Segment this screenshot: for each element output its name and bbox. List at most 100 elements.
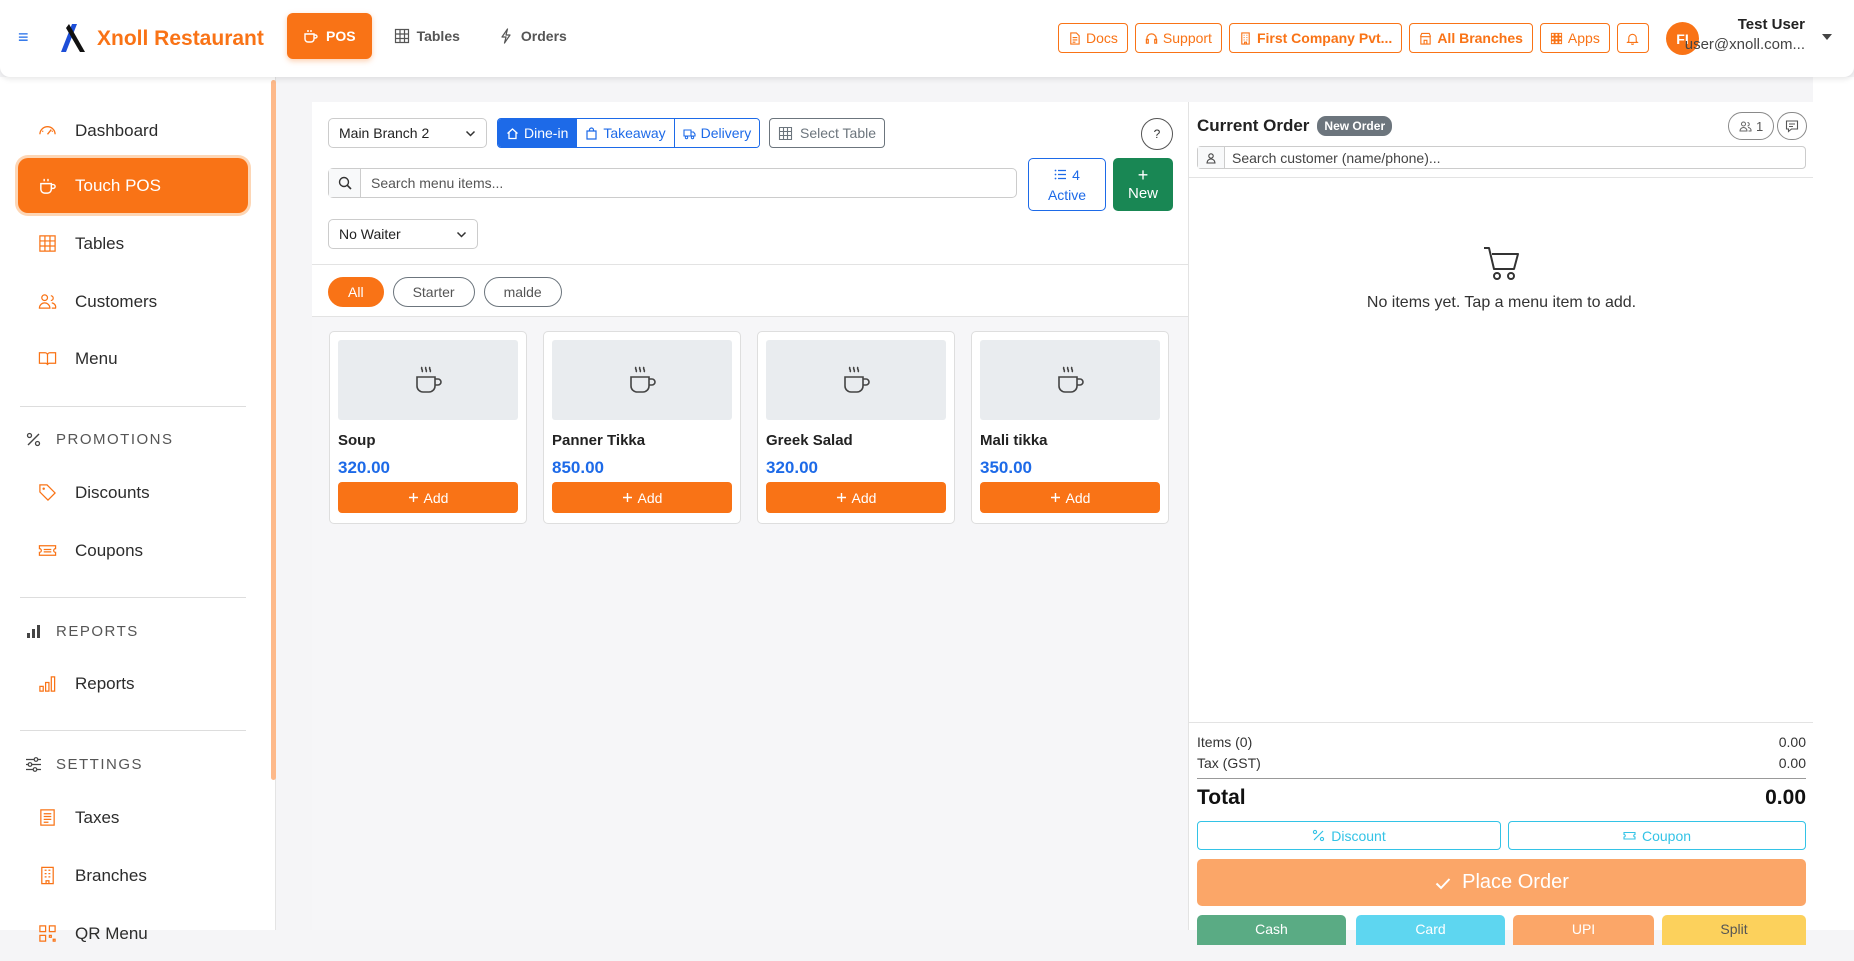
- bag-icon: [586, 126, 597, 140]
- sidebar-item-dashboard[interactable]: Dashboard: [18, 103, 248, 158]
- discount-button[interactable]: Discount: [1197, 821, 1501, 850]
- sidebar-item-menu[interactable]: Menu: [18, 331, 248, 386]
- sidebar: Dashboard Touch POS Tables Customers Men…: [0, 77, 276, 943]
- active-orders-button[interactable]: 4 Active: [1028, 158, 1106, 211]
- add-to-order-button[interactable]: Add: [980, 482, 1160, 513]
- sidebar-item-label: Customers: [75, 291, 158, 311]
- docs-label: Docs: [1086, 30, 1118, 46]
- menu-item-card[interactable]: Panner Tikka 850.00 Add: [543, 331, 741, 524]
- takeaway-option[interactable]: Takeaway: [577, 119, 675, 147]
- place-order-button[interactable]: Place Order: [1197, 859, 1806, 906]
- customer-search-input[interactable]: [1225, 147, 1805, 168]
- menu-item-image: [338, 340, 518, 420]
- add-label: Add: [851, 489, 877, 506]
- menu-item-card[interactable]: Greek Salad 320.00 Add: [757, 331, 955, 524]
- topnav-tables[interactable]: Tables: [378, 13, 476, 59]
- current-order-panel: Current Order New Order 1 No items yet. …: [1188, 102, 1814, 945]
- apps-button[interactable]: Apps: [1539, 23, 1610, 53]
- sidebar-item-branches[interactable]: Branches: [18, 848, 248, 903]
- sidebar-item-tables[interactable]: Tables: [18, 216, 248, 271]
- all-branches-button[interactable]: All Branches: [1409, 23, 1533, 53]
- sidebar-item-label: Dashboard: [75, 120, 159, 140]
- hot-cup-icon: [416, 366, 442, 393]
- sidebar-scrollbar[interactable]: [271, 80, 276, 780]
- pay-card-button[interactable]: Card: [1356, 915, 1505, 945]
- waiter-select[interactable]: No Waiter: [328, 219, 478, 249]
- user-dropdown-caret-icon[interactable]: [1822, 34, 1832, 40]
- menu-grid: Soup 320.00 Add Panner Tikka 850.00 Add …: [329, 331, 1169, 524]
- docs-button[interactable]: Docs: [1058, 23, 1128, 53]
- items-value: 0.00: [1778, 734, 1806, 750]
- menu-item-card[interactable]: Soup 320.00 Add: [329, 331, 527, 524]
- category-bar: All Starter malde: [312, 265, 1188, 317]
- page-right-gutter: [1813, 77, 1854, 930]
- category-starter[interactable]: Starter: [392, 277, 475, 307]
- brand-logo-icon[interactable]: [58, 22, 88, 54]
- tax-label: Tax (GST): [1197, 755, 1261, 771]
- apps-label: Apps: [1567, 30, 1600, 46]
- dine-in-option[interactable]: Dine-in: [498, 119, 578, 147]
- sidebar-item-label: Discounts: [75, 482, 150, 502]
- sidebar-divider: [20, 730, 246, 731]
- topnav-pos[interactable]: POS: [287, 13, 372, 59]
- sidebar-item-touch-pos[interactable]: Touch POS: [18, 158, 248, 213]
- add-to-order-button[interactable]: Add: [552, 482, 732, 513]
- menu-item-price: 320.00: [338, 458, 390, 477]
- menu-search-input[interactable]: [361, 169, 1016, 197]
- add-to-order-button[interactable]: Add: [338, 482, 518, 513]
- user-email: user@xnoll.com...: [1684, 36, 1805, 53]
- company-button[interactable]: First Company Pvt...: [1228, 23, 1403, 53]
- pay-cash-button[interactable]: Cash: [1197, 915, 1346, 945]
- sidebar-item-coupons[interactable]: Coupons: [18, 523, 248, 578]
- add-to-order-button[interactable]: Add: [766, 482, 946, 513]
- hamburger-menu-icon[interactable]: ≡: [18, 27, 29, 47]
- menu-item-name: Panner Tikka: [552, 432, 646, 449]
- sidebar-item-qr-menu[interactable]: QR Menu: [18, 906, 248, 961]
- plus-icon: [408, 493, 418, 502]
- category-all[interactable]: All: [328, 277, 384, 307]
- people-icon: [38, 294, 57, 309]
- pay-split-button[interactable]: Split: [1662, 915, 1806, 945]
- branch-select[interactable]: Main Branch 2: [328, 118, 487, 148]
- house-icon: [507, 127, 518, 139]
- apps-grid-icon: [1550, 32, 1562, 44]
- active-orders-count: 4: [1072, 166, 1080, 183]
- new-order-button[interactable]: + New: [1113, 158, 1173, 211]
- topnav-pos-label: POS: [326, 28, 356, 44]
- user-menu[interactable]: Test User user@xnoll.com...: [1685, 16, 1805, 53]
- receipt-icon: [40, 809, 55, 826]
- notifications-button[interactable]: [1616, 23, 1649, 53]
- chevron-down-icon: [456, 231, 467, 238]
- sidebar-section-title: REPORTS: [56, 623, 139, 640]
- discount-label: Discount: [1331, 827, 1386, 844]
- bar-chart-icon: [39, 676, 56, 692]
- sidebar-item-taxes[interactable]: Taxes: [18, 790, 248, 845]
- menu-item-image: [552, 340, 732, 420]
- topnav-orders[interactable]: Orders: [482, 13, 583, 59]
- guest-count-button[interactable]: 1: [1728, 112, 1775, 140]
- category-malde[interactable]: malde: [483, 277, 562, 307]
- tax-value: 0.00: [1778, 755, 1806, 771]
- delivery-label: Delivery: [700, 125, 752, 141]
- coupon-button[interactable]: Coupon: [1508, 821, 1806, 850]
- current-order-title: Current Order New Order: [1197, 116, 1393, 136]
- total-divider: [1197, 778, 1806, 779]
- guest-count: 1: [1756, 118, 1764, 134]
- dine-in-label: Dine-in: [524, 125, 569, 141]
- help-button[interactable]: ?: [1141, 118, 1173, 150]
- waiter-select-value: No Waiter: [339, 226, 401, 242]
- pos-panel: Main Branch 2 Dine-in Takeaway Delivery …: [312, 102, 1188, 930]
- order-note-button[interactable]: [1777, 112, 1807, 140]
- pay-upi-button[interactable]: UPI: [1513, 915, 1654, 945]
- tag-icon: [39, 484, 56, 501]
- check-icon: [1435, 877, 1451, 889]
- total-value: 0.00: [1765, 786, 1806, 809]
- delivery-option[interactable]: Delivery: [674, 119, 760, 147]
- support-button[interactable]: Support: [1134, 23, 1222, 53]
- menu-item-card[interactable]: Mali tikka 350.00 Add: [971, 331, 1169, 524]
- sidebar-item-discounts[interactable]: Discounts: [18, 465, 248, 520]
- select-table-button[interactable]: Select Table: [769, 118, 886, 148]
- sidebar-item-customers[interactable]: Customers: [18, 274, 248, 329]
- sidebar-item-reports[interactable]: Reports: [18, 656, 248, 711]
- brand-name[interactable]: Xnoll Restaurant: [97, 27, 264, 51]
